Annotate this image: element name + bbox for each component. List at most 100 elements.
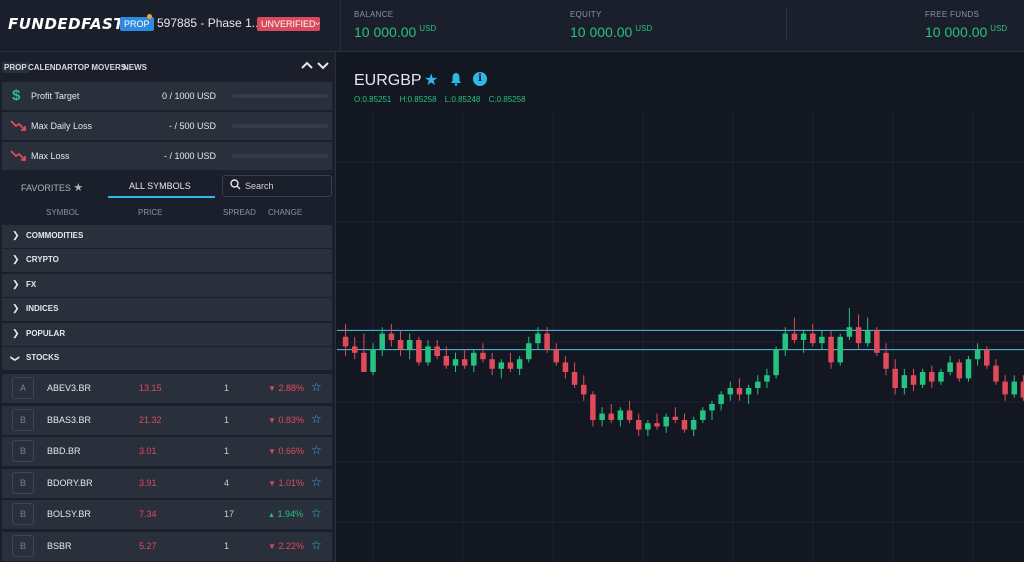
candle bbox=[965, 356, 972, 382]
search-input[interactable] bbox=[245, 179, 329, 193]
favorite-star-icon[interactable]: ☆ bbox=[311, 475, 322, 489]
rule-label: Max Loss bbox=[31, 151, 70, 161]
candle bbox=[690, 416, 697, 436]
candle bbox=[700, 407, 706, 424]
category-fx[interactable]: ❯ FX bbox=[2, 274, 332, 297]
tab-all-symbols[interactable]: ALL SYMBOLS bbox=[129, 181, 191, 191]
candle bbox=[883, 343, 889, 376]
rule-max-loss: Max Loss - / 1000 USD bbox=[2, 142, 332, 170]
status-badge: UNVERIFIED bbox=[257, 17, 320, 31]
category-indices[interactable]: ❯ INDICES bbox=[2, 298, 332, 321]
stock-price: 5.27 bbox=[139, 540, 157, 551]
stock-spread: 1 bbox=[224, 383, 230, 393]
candle bbox=[562, 356, 569, 379]
stock-row[interactable]: B BSBR 5.27 1 ▼ 2.22% ☆ bbox=[2, 531, 332, 561]
divider bbox=[786, 8, 787, 40]
stock-row[interactable]: B BOLSY.BR 7.34 17 ▲ 1.94% ☆ bbox=[2, 500, 332, 529]
candle bbox=[837, 333, 843, 366]
category-commodities[interactable]: ❯ COMMODITIES bbox=[2, 225, 332, 248]
prop-badge: PROP bbox=[120, 17, 154, 31]
collapse-chevrons-icon[interactable] bbox=[300, 58, 330, 72]
stock-row[interactable]: B BDORY.BR 3.91 4 ▼ 1.01% ☆ bbox=[2, 468, 332, 498]
stock-logo: B bbox=[12, 440, 34, 462]
candle bbox=[910, 368, 917, 392]
favorite-star-icon[interactable]: ☆ bbox=[311, 412, 322, 426]
candle-body bbox=[837, 336, 843, 363]
brand-logo[interactable]: FUNDEDFAST bbox=[8, 15, 124, 33]
candle-body bbox=[846, 327, 853, 337]
alert-bell-icon[interactable] bbox=[450, 72, 462, 86]
candle-body bbox=[718, 394, 724, 404]
candle-body bbox=[397, 340, 404, 350]
tab-calendar[interactable]: CALENDAR bbox=[28, 63, 73, 72]
candle-body bbox=[956, 362, 963, 379]
candle bbox=[351, 336, 358, 360]
candle-body bbox=[590, 394, 596, 420]
tab-favorites[interactable]: FAVORITES ★ bbox=[21, 181, 83, 194]
favorite-star-icon[interactable]: ☆ bbox=[311, 506, 322, 520]
tab-top-movers[interactable]: TOP MOVERS bbox=[73, 63, 126, 72]
candle-body bbox=[379, 333, 385, 350]
column-header-symbol: SYMBOL bbox=[46, 208, 80, 217]
favorite-star-icon[interactable]: ★ bbox=[424, 70, 438, 90]
arrow-down-icon: ▼ bbox=[268, 478, 276, 488]
stock-row[interactable]: A ABEV3.BR 13.15 1 ▼ 2.88% ☆ bbox=[2, 374, 332, 403]
category-crypto[interactable]: ❯ CRYPTO bbox=[2, 249, 332, 272]
progress-bar bbox=[232, 154, 328, 158]
candle bbox=[452, 352, 459, 372]
candle bbox=[480, 343, 486, 363]
divider bbox=[340, 0, 341, 52]
dollar-icon: $ bbox=[12, 87, 21, 104]
candle bbox=[342, 324, 349, 356]
chevron-down-icon[interactable]: ⌄ bbox=[313, 15, 322, 28]
category-label: COMMODITIES bbox=[26, 231, 84, 240]
tab-prop[interactable]: PROP bbox=[2, 62, 29, 73]
candle bbox=[489, 352, 495, 376]
chart-symbol-title: EURGBP bbox=[354, 72, 422, 89]
search-box[interactable] bbox=[222, 175, 332, 197]
trend-down-icon bbox=[10, 120, 26, 131]
candle-body bbox=[599, 413, 605, 420]
stock-logo: B bbox=[12, 408, 34, 431]
ohlc-close: C:0.85258 bbox=[488, 95, 526, 104]
candle bbox=[846, 308, 853, 340]
progress-bar bbox=[232, 94, 328, 98]
candle-body bbox=[864, 330, 871, 344]
candle-body bbox=[443, 356, 450, 366]
candle-body bbox=[516, 359, 523, 369]
candle-body bbox=[901, 375, 908, 388]
favorite-star-icon[interactable]: ☆ bbox=[311, 380, 322, 394]
stock-spread: 1 bbox=[224, 446, 230, 456]
favorite-star-icon[interactable]: ☆ bbox=[311, 538, 322, 552]
account-selector[interactable]: 597885 - Phase 1... bbox=[157, 16, 262, 30]
price-chart[interactable] bbox=[337, 52, 1024, 562]
arrow-down-icon: ▼ bbox=[268, 415, 276, 425]
stock-row[interactable]: B BBAS3.BR 21.32 1 ▼ 0.83% ☆ bbox=[2, 405, 332, 435]
stock-change: ▼ 0.83% bbox=[268, 414, 304, 425]
chevron-right-icon: ❯ bbox=[12, 303, 20, 313]
stock-symbol: BDORY.BR bbox=[47, 477, 93, 488]
candle bbox=[974, 343, 981, 366]
candle bbox=[874, 327, 880, 356]
stock-row[interactable]: B BBD.BR 3.01 1 ▼ 0.66% ☆ bbox=[2, 437, 332, 466]
stock-price: 13.15 bbox=[139, 383, 162, 393]
candle-body bbox=[526, 343, 532, 360]
tab-news[interactable]: NEWS bbox=[123, 63, 147, 72]
stock-change: ▼ 0.66% bbox=[268, 446, 304, 456]
candle-body bbox=[974, 349, 981, 360]
rule-max-daily-loss: Max Daily Loss - / 500 USD bbox=[2, 112, 332, 140]
candle-body bbox=[672, 416, 679, 420]
info-icon[interactable]: i bbox=[473, 72, 487, 86]
chart-panel[interactable]: EURGBP ★ i O:0.85251 H:0.85258 L:0.85248… bbox=[337, 52, 1024, 562]
favorite-star-icon[interactable]: ☆ bbox=[311, 443, 322, 457]
candle bbox=[379, 327, 385, 356]
category-stocks[interactable]: ❯ STOCKS bbox=[2, 347, 332, 370]
candle bbox=[1002, 375, 1008, 401]
candle bbox=[993, 359, 999, 385]
candle-body bbox=[791, 333, 798, 340]
candle bbox=[809, 324, 816, 347]
category-popular[interactable]: ❯ POPULAR bbox=[2, 323, 332, 346]
candle bbox=[864, 317, 871, 347]
arrow-down-icon: ▼ bbox=[268, 384, 276, 393]
progress-bar bbox=[232, 124, 328, 128]
